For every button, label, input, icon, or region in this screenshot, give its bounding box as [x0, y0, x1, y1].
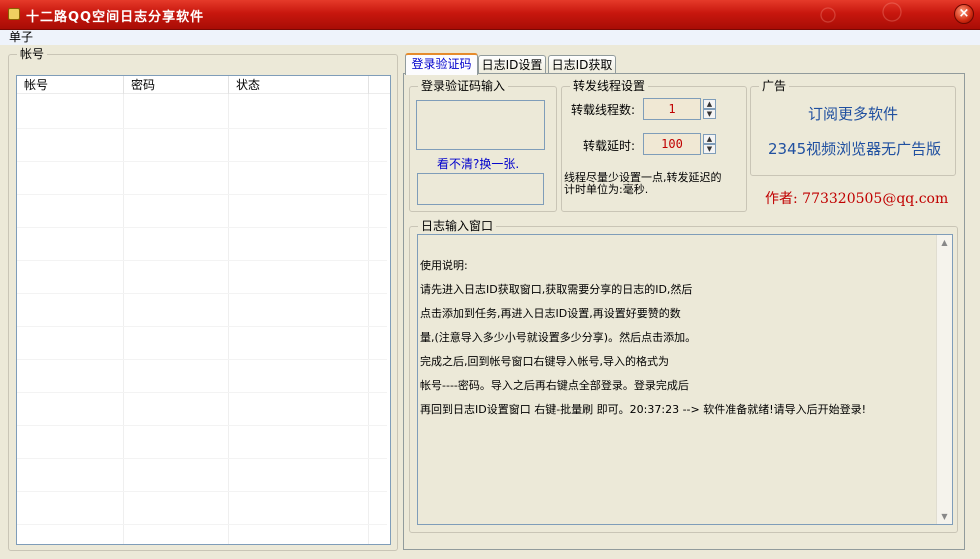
tab-log-id-fetch[interactable]: 日志ID获取 — [548, 55, 616, 75]
thread-delay-down-button[interactable]: ▼ — [703, 144, 716, 154]
row-divider — [17, 491, 387, 492]
log-line: 量,(注意导入多少小号就设置多少分享)。然后点击添加。 — [420, 331, 697, 344]
row-divider — [17, 425, 387, 426]
thread-count-label: 转载线程数: — [571, 103, 636, 117]
accounts-list-header: 帐号 密码 状态 — [17, 76, 390, 94]
column-header-account[interactable]: 帐号 — [17, 76, 124, 94]
log-line: 再回到日志ID设置窗口 右键-批量刷 即可。20:37:23 --> 软件准备就… — [420, 403, 867, 416]
log-scrollbar[interactable]: ▲ ▼ — [936, 235, 952, 524]
row-divider — [17, 260, 387, 261]
log-output[interactable]: 使用说明: 请先进入日志ID获取窗口,获取需要分享的日志的ID,然后 点击添加到… — [417, 234, 953, 525]
close-button[interactable]: × — [954, 4, 974, 24]
log-line: 完成之后,回到帐号窗口右键导入帐号,导入的格式为 — [420, 355, 669, 368]
thread-settings-group-label: 转发线程设置 — [570, 79, 649, 93]
row-divider — [17, 326, 387, 327]
tab-login-captcha[interactable]: 登录验证码 — [405, 53, 478, 75]
captcha-group-label: 登录验证码输入 — [418, 79, 509, 93]
thread-note-line2: 计时单位为:毫秒. — [564, 183, 649, 196]
row-divider — [17, 194, 387, 195]
row-divider — [17, 293, 387, 294]
scroll-up-icon[interactable]: ▲ — [937, 235, 952, 250]
author-contact: 作者: 773320505@qq.com — [765, 191, 949, 207]
log-group-label: 日志输入窗口 — [418, 219, 497, 233]
captcha-refresh-link[interactable]: 看不清?换一张. — [437, 155, 519, 172]
log-line: 请先进入日志ID获取窗口,获取需要分享的日志的ID,然后 — [420, 283, 693, 296]
row-divider — [17, 392, 387, 393]
thread-count-down-button[interactable]: ▼ — [703, 109, 716, 119]
captcha-image — [416, 100, 545, 150]
accounts-list[interactable]: 帐号 密码 状态 — [16, 75, 391, 545]
menu-bar: 单子 — [0, 30, 980, 45]
ad-subscribe-link[interactable]: 订阅更多软件 — [808, 103, 898, 124]
title-decoration — [780, 0, 940, 30]
window-title: 十二路QQ空间日志分享软件 — [26, 10, 205, 25]
ad-group: 广告 — [750, 79, 956, 176]
row-divider — [17, 524, 387, 525]
column-header-status[interactable]: 状态 — [229, 76, 369, 94]
scroll-down-icon[interactable]: ▼ — [937, 509, 952, 524]
accounts-group-label: 帐号 — [17, 47, 48, 61]
app-icon — [8, 8, 20, 20]
captcha-input[interactable] — [417, 173, 544, 205]
thread-delay-up-button[interactable]: ▲ — [703, 134, 716, 144]
log-line: 点击添加到任务,再进入日志ID设置,再设置好要赞的数 — [420, 307, 681, 320]
menu-item-danzi[interactable]: 单子 — [9, 30, 33, 45]
title-bar[interactable]: 十二路QQ空间日志分享软件 × — [0, 0, 980, 30]
thread-count-up-button[interactable]: ▲ — [703, 99, 716, 109]
column-header-password[interactable]: 密码 — [124, 76, 229, 94]
row-divider — [17, 128, 387, 129]
ad-browser-link[interactable]: 2345视频浏览器无广告版 — [768, 138, 941, 159]
thread-delay-field[interactable]: 100 — [643, 133, 701, 155]
ad-group-label: 广告 — [759, 79, 790, 93]
row-divider — [17, 227, 387, 228]
row-divider — [17, 458, 387, 459]
row-divider — [17, 161, 387, 162]
row-divider — [17, 359, 387, 360]
thread-delay-label: 转载延时: — [583, 139, 636, 153]
log-line: 使用说明: — [420, 259, 468, 272]
thread-count-field[interactable]: 1 — [643, 98, 701, 120]
tab-log-id-settings[interactable]: 日志ID设置 — [478, 55, 546, 75]
log-line: 帐号----密码。导入之后再右键点全部登录。登录完成后 — [420, 379, 689, 392]
